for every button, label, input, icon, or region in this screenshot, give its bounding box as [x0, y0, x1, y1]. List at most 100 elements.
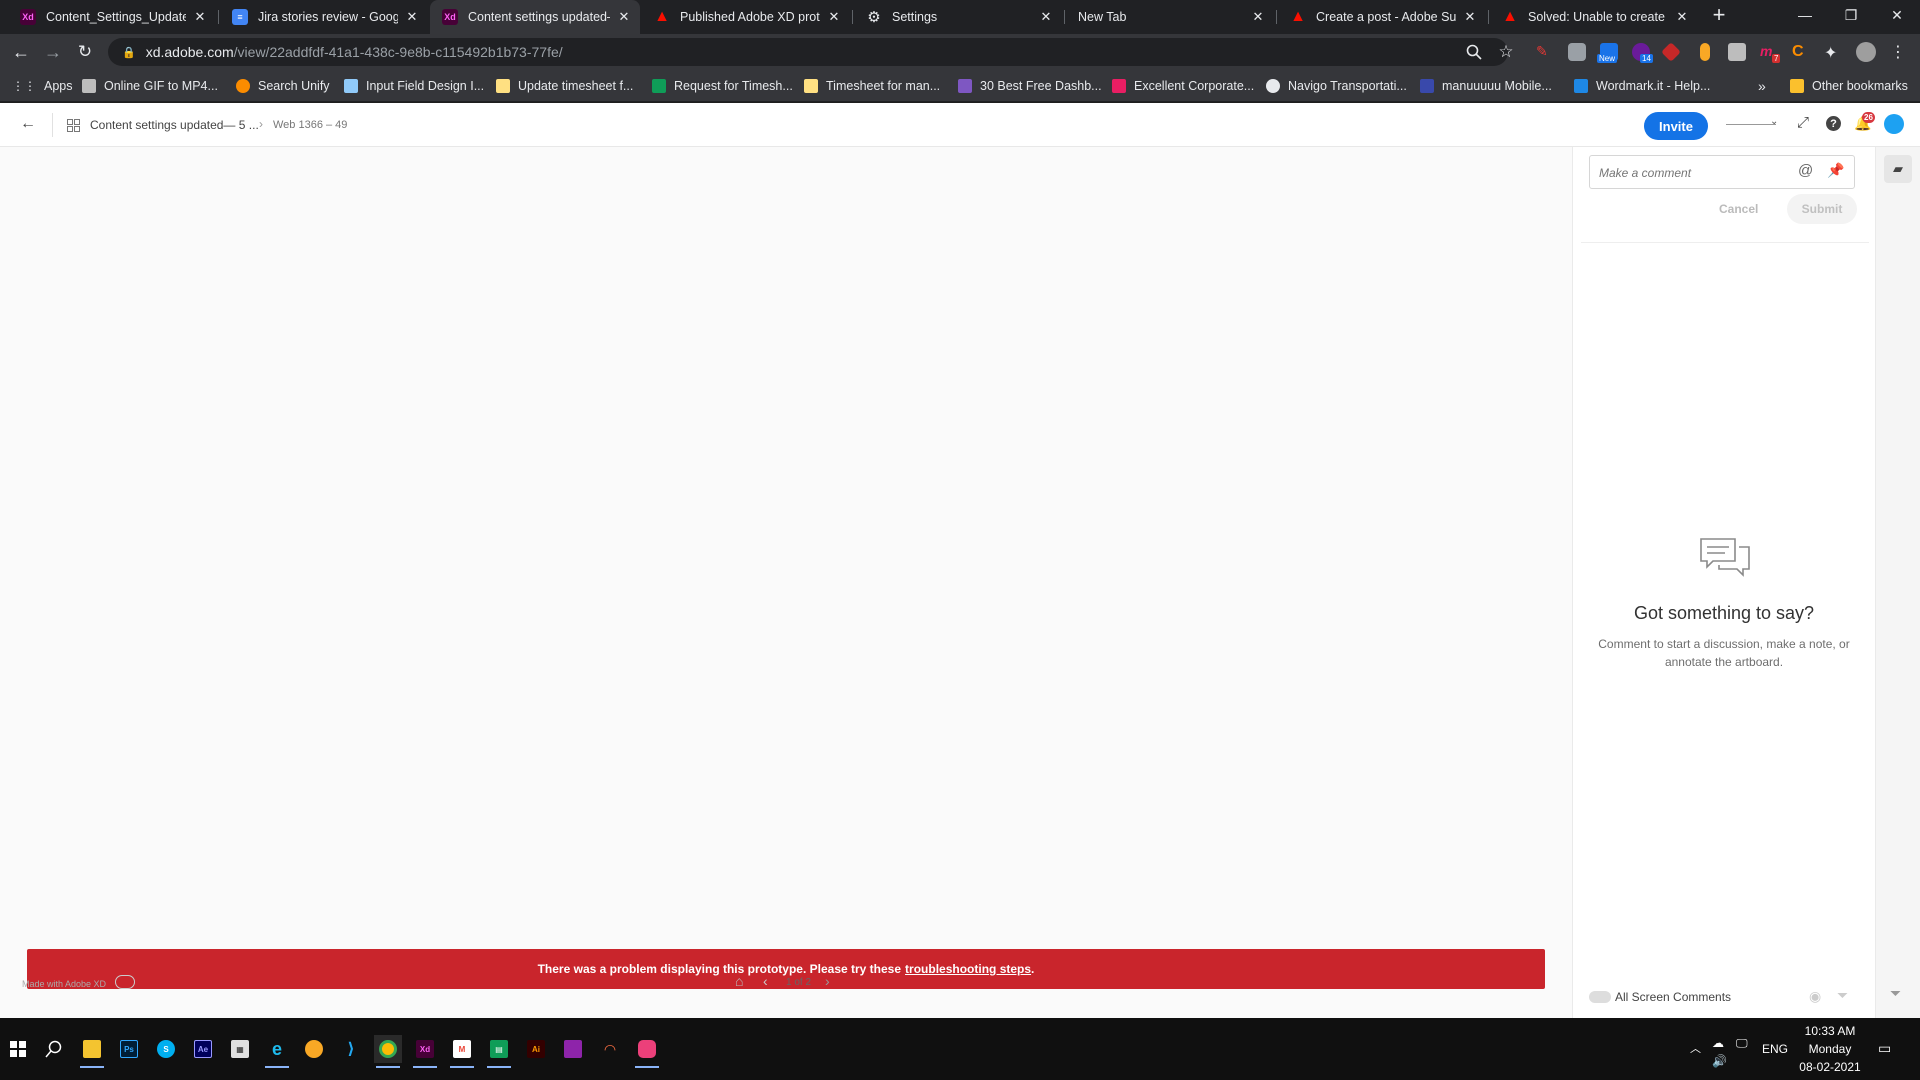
app-icon[interactable]: ◠: [596, 1035, 624, 1063]
other-bookmarks[interactable]: Other bookmarks: [1790, 77, 1908, 95]
show-hidden-icons[interactable]: ︿: [1690, 1040, 1701, 1056]
bookmark-item[interactable]: Timesheet for man...: [804, 77, 940, 95]
browser-tab[interactable]: ▲ Create a post - Adobe Supp ✕: [1278, 0, 1486, 34]
search-icon[interactable]: [1466, 44, 1482, 60]
avatar[interactable]: [1884, 114, 1904, 134]
bookmark-item[interactable]: Search Unify: [236, 77, 330, 95]
close-window-button[interactable]: ✕: [1874, 0, 1920, 30]
winrar-icon[interactable]: [559, 1035, 587, 1063]
bookmarks-overflow-button[interactable]: »: [1758, 77, 1766, 95]
bookmark-item[interactable]: Online GIF to MP4...: [82, 77, 218, 95]
star-icon[interactable]: ☆: [1494, 40, 1518, 64]
puzzle-icon[interactable]: ✦: [1824, 43, 1842, 62]
extension-icon[interactable]: [1728, 43, 1746, 61]
invite-button[interactable]: Invite: [1644, 112, 1708, 140]
browser-tab[interactable]: ≡ Jira stories review - Google ✕: [220, 0, 428, 34]
close-tab-icon[interactable]: ✕: [192, 9, 208, 25]
bookmark-item[interactable]: Excellent Corporate...: [1112, 77, 1254, 95]
file-explorer-icon[interactable]: [78, 1035, 106, 1068]
windows-start-icon[interactable]: [4, 1035, 32, 1063]
browser-tab-active[interactable]: Xd Content settings updated— ✕: [430, 0, 640, 34]
address-bar[interactable]: 🔒 xd.adobe.com/view/22addfdf-41a1-438c-9…: [108, 38, 1508, 66]
menu-kebab-icon[interactable]: ⋮: [1886, 40, 1910, 64]
close-tab-icon[interactable]: ✕: [1674, 9, 1690, 25]
reload-icon[interactable]: ↻: [73, 40, 97, 64]
bookmark-item[interactable]: Navigo Transportati...: [1266, 77, 1407, 95]
bookmark-item[interactable]: Update timesheet f...: [496, 77, 633, 95]
chevron-down-icon[interactable]: ⌄: [1770, 116, 1778, 127]
skype-icon[interactable]: S: [152, 1035, 180, 1063]
back-icon[interactable]: ←: [9, 40, 33, 64]
next-screen-icon[interactable]: ›: [825, 973, 830, 989]
browser-tab[interactable]: ⚙ Settings ✕: [854, 0, 1062, 34]
app-icon[interactable]: [300, 1035, 328, 1063]
extension-icon[interactable]: ✎: [1536, 43, 1554, 61]
close-tab-icon[interactable]: ✕: [1250, 9, 1266, 25]
close-tab-icon[interactable]: ✕: [1038, 9, 1054, 25]
close-tab-icon[interactable]: ✕: [616, 9, 632, 25]
extension-icon[interactable]: [1661, 42, 1681, 62]
submit-button[interactable]: Submit: [1787, 194, 1857, 224]
troubleshooting-link[interactable]: troubleshooting steps: [905, 962, 1031, 976]
gear-icon: ⚙: [867, 9, 881, 26]
help-icon[interactable]: ?: [1826, 116, 1841, 131]
restore-button[interactable]: ❐: [1828, 0, 1874, 30]
app-icon[interactable]: [633, 1035, 661, 1068]
extension-icon[interactable]: C: [1792, 43, 1810, 61]
browser-tab[interactable]: New Tab ✕: [1066, 0, 1274, 34]
bookmark-item[interactable]: Wordmark.it - Help...: [1574, 77, 1710, 95]
chrome-icon[interactable]: [374, 1035, 402, 1068]
language-indicator[interactable]: ENG: [1762, 1042, 1788, 1056]
minimize-button[interactable]: —: [1782, 0, 1828, 30]
fullscreen-icon[interactable]: ⤢: [1797, 114, 1809, 131]
photoshop-icon[interactable]: Ps: [115, 1035, 143, 1063]
vscode-icon[interactable]: ⟩: [337, 1035, 365, 1063]
bookmark-item[interactable]: Input Field Design I...: [344, 77, 484, 95]
close-tab-icon[interactable]: ✕: [1462, 9, 1478, 25]
browser-tab[interactable]: ▲ Published Adobe XD protot ✕: [642, 0, 850, 34]
notifications-icon[interactable]: ▭: [1878, 1040, 1891, 1057]
close-tab-icon[interactable]: ✕: [404, 9, 420, 25]
search-icon[interactable]: [40, 1035, 68, 1063]
sheets-icon[interactable]: ▤: [485, 1035, 513, 1068]
extension-icon[interactable]: [1700, 43, 1710, 61]
new-tab-button[interactable]: +: [1704, 0, 1734, 30]
browser-tab[interactable]: Xd Content_Settings_Updated ✕: [8, 0, 216, 34]
comment-input[interactable]: [1599, 164, 1799, 182]
avatar[interactable]: [1856, 42, 1876, 62]
adobe-xd-icon[interactable]: Xd: [411, 1035, 439, 1068]
comment-icon[interactable]: ▰: [1884, 155, 1912, 183]
zoom-select[interactable]: [1726, 124, 1776, 125]
after-effects-icon[interactable]: Ae: [189, 1035, 217, 1063]
all-screen-comments-toggle[interactable]: [1589, 991, 1611, 1003]
camera-extension-icon[interactable]: [1568, 43, 1586, 61]
forward-icon[interactable]: →: [41, 40, 65, 64]
grid-view-icon[interactable]: [67, 119, 80, 132]
globe-icon: [1266, 79, 1280, 93]
home-icon[interactable]: ⌂: [735, 973, 743, 989]
eye-icon[interactable]: ◉: [1809, 988, 1821, 1005]
network-icon[interactable]: 🖵: [1736, 1036, 1748, 1051]
document-title[interactable]: Content settings updated— 5 ...: [90, 118, 259, 132]
mention-icon[interactable]: @: [1798, 162, 1813, 179]
volume-icon[interactable]: 🔊: [1712, 1054, 1727, 1068]
clock-time[interactable]: 10:33 AM: [1800, 1024, 1860, 1038]
previous-screen-icon[interactable]: ‹: [763, 973, 768, 989]
gmail-icon[interactable]: M: [448, 1035, 476, 1068]
filter-icon[interactable]: ⏷: [1837, 987, 1848, 1004]
browser-tab[interactable]: ▲ Solved: Unable to create a p ✕: [1490, 0, 1698, 34]
bookmark-apps[interactable]: ⋮⋮ Apps: [12, 77, 73, 95]
back-arrow-icon[interactable]: ←: [20, 115, 36, 133]
bookmark-icon: [1574, 79, 1588, 93]
bookmark-item[interactable]: manuuuuu Mobile...: [1420, 77, 1552, 95]
bookmark-item[interactable]: 30 Best Free Dashb...: [958, 77, 1102, 95]
illustrator-icon[interactable]: Ai: [522, 1035, 550, 1063]
close-tab-icon[interactable]: ✕: [826, 9, 842, 25]
filter-icon[interactable]: ⏷: [1890, 985, 1901, 1002]
cancel-button[interactable]: Cancel: [1719, 202, 1758, 216]
internet-explorer-icon[interactable]: e: [263, 1035, 291, 1068]
pin-icon[interactable]: 📌: [1827, 162, 1844, 179]
calculator-icon[interactable]: ▦: [226, 1035, 254, 1063]
onedrive-icon[interactable]: ☁: [1712, 1036, 1724, 1050]
bookmark-item[interactable]: Request for Timesh...: [652, 77, 793, 95]
